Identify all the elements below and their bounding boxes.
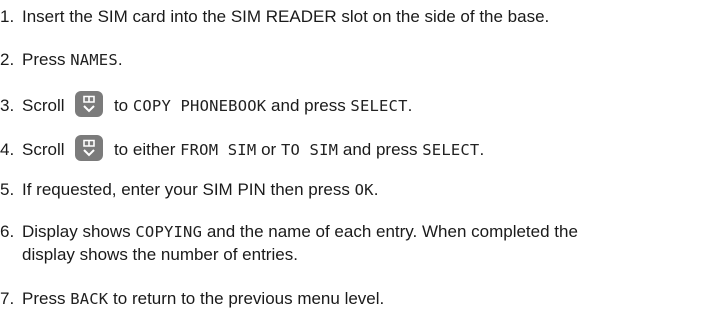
- scroll-up-down-key-icon: [75, 135, 104, 161]
- display-text-from-sim: FROM SIM: [180, 141, 257, 159]
- step-number: 5.: [0, 180, 15, 199]
- step-text: and press: [266, 96, 351, 115]
- step-number: 7.: [0, 289, 15, 308]
- display-text-back: BACK: [70, 290, 109, 308]
- display-text-copy-phonebook: COPY PHONEBOOK: [132, 97, 267, 115]
- step-text: Press: [22, 289, 71, 308]
- display-text-names: NAMES: [70, 51, 118, 69]
- step-number: 6.: [0, 222, 15, 241]
- step-5: 5. If requested, enter your SIM PIN then …: [0, 178, 712, 202]
- step-text: Scroll: [22, 96, 70, 115]
- step-1: 1. Insert the SIM card into the SIM READE…: [0, 5, 712, 29]
- step-4: 4. Scroll to either FROM SIM or TO SIM an…: [0, 135, 712, 162]
- step-text: Display shows: [22, 222, 136, 241]
- step-text: Scroll: [22, 140, 70, 159]
- step-2: 2. Press NAMES.: [0, 48, 712, 72]
- step-number: 2.: [0, 50, 15, 69]
- step-text: .: [479, 140, 485, 159]
- step-text: .: [407, 96, 413, 115]
- display-text-copying: COPYING: [135, 223, 203, 241]
- step-text: to either: [109, 140, 181, 159]
- step-text: to: [109, 96, 133, 115]
- step-text: Press: [22, 50, 71, 69]
- step-text: to return to the previous menu level.: [108, 289, 385, 308]
- step-text: or: [256, 140, 281, 159]
- step-text: and the name of each entry. When complet…: [202, 222, 578, 241]
- step-6: 6. Display shows COPYING and the name of …: [0, 220, 712, 244]
- step-text: and press: [338, 140, 423, 159]
- step-number: 4.: [0, 140, 15, 159]
- display-text-ok: OK: [354, 181, 374, 199]
- step-text: .: [117, 50, 123, 69]
- scroll-up-down-key-icon: [75, 91, 104, 117]
- step-text: .: [373, 180, 379, 199]
- step-3: 3. Scroll to COPY PHONEBOOK and press SEL…: [0, 91, 712, 118]
- step-text: If requested, enter your SIM PIN then pr…: [22, 180, 355, 199]
- display-text-to-sim: TO SIM: [280, 141, 339, 159]
- step-6-continuation: display shows the number of entries.: [22, 245, 298, 264]
- step-number: 3.: [0, 96, 15, 115]
- step-text: Insert the SIM card into the SIM READER …: [22, 7, 550, 26]
- step-number: 1.: [0, 7, 15, 26]
- step-7: 7. Press BACK to return to the previous m…: [0, 287, 712, 311]
- display-text-select: SELECT: [350, 97, 408, 115]
- display-text-select: SELECT: [422, 141, 480, 159]
